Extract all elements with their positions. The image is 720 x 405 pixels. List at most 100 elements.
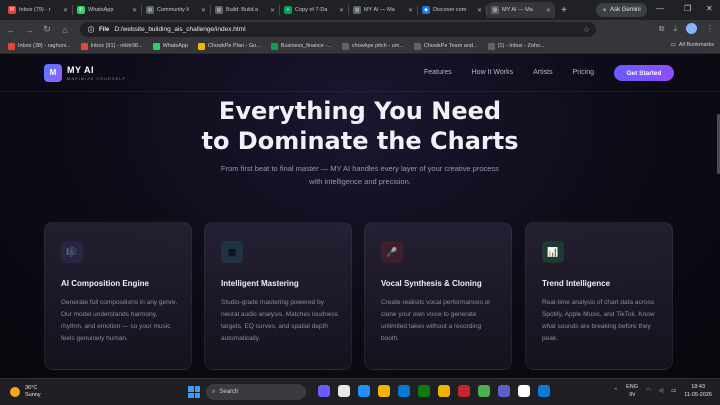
feature-card-trend: 📊 Trend Intelligence Real-time analysis … — [525, 222, 673, 370]
composition-icon: 🎼 — [61, 241, 83, 263]
card-title: Vocal Synthesis & Cloning — [381, 279, 482, 288]
nav-link-artists[interactable]: Artists — [533, 69, 552, 76]
all-bookmarks-button[interactable]: ▭ All Bookmarks — [671, 42, 714, 48]
tab-close-icon[interactable]: ✕ — [477, 7, 482, 14]
window-close-icon[interactable]: ✕ — [706, 4, 713, 13]
bookmark-label: WhatsApp — [162, 43, 188, 49]
gemini-icon: ✦ — [602, 7, 608, 14]
tab-close-icon[interactable]: ✕ — [546, 7, 551, 14]
sun-icon — [10, 387, 20, 397]
bookmark-item[interactable]: Inbox (38) - raghuni... — [8, 42, 71, 50]
browser-tab[interactable]: ◎ Community li ✕ — [142, 2, 210, 18]
bookmark-favicon-icon — [80, 42, 88, 50]
bookmark-favicon-icon — [197, 42, 205, 50]
logo-icon[interactable]: M — [44, 63, 62, 82]
tab-favicon-icon: ◎ — [215, 6, 223, 14]
folder-app-icon[interactable] — [438, 385, 450, 397]
logo-tagline: MAXIMIZE YOURSELF — [67, 75, 126, 81]
tab-favicon-icon: ✆ — [77, 6, 85, 14]
forward-icon[interactable]: → — [24, 25, 34, 35]
tab-label: WhatsApp — [88, 7, 114, 13]
site-nav-links: Features How It Works Artists Pricing — [424, 69, 594, 76]
copilot-icon[interactable] — [318, 385, 330, 397]
mastering-icon: ▦ — [221, 241, 243, 263]
bookmark-item[interactable]: ChowkPe Team and... — [413, 42, 478, 50]
bookmark-item[interactable]: (1) - Inbox - Zoho... — [487, 42, 545, 50]
battery-icon[interactable]: ▭ — [671, 388, 676, 394]
tab-close-icon[interactable]: ✕ — [408, 7, 413, 14]
chevron-up-icon[interactable]: ⌃ — [613, 388, 618, 394]
address-bar[interactable]: ⓘ File D:/website_building_ais_challenge… — [80, 22, 596, 37]
bookmark-label: Inbox (38) - raghuni... — [18, 43, 71, 49]
photos-icon[interactable] — [518, 385, 530, 397]
tab-label: Copy of 7-Da — [295, 7, 328, 13]
browser-tab[interactable]: + Copy of 7-Da ✕ — [280, 2, 348, 18]
store-icon[interactable] — [398, 385, 410, 397]
bookmark-star-icon[interactable]: ☆ — [583, 25, 590, 34]
office-icon[interactable] — [458, 385, 470, 397]
vscode-icon[interactable] — [538, 385, 550, 397]
back-icon[interactable]: ← — [6, 25, 16, 35]
browser-tab[interactable]: M Inbox (79) - r ✕ — [4, 2, 72, 18]
wifi-icon[interactable]: ◠ — [646, 388, 651, 394]
tab-label: MY AI — Ma — [364, 7, 395, 13]
clock[interactable]: 18:43 11-05-2026 — [684, 383, 712, 399]
tab-close-icon[interactable]: ✕ — [339, 7, 344, 14]
language-indicator[interactable]: ENG IN — [626, 383, 638, 399]
volume-icon[interactable]: ◁ — [659, 388, 663, 394]
nav-link-pricing[interactable]: Pricing — [573, 69, 594, 76]
bookmark-favicon-icon — [413, 42, 421, 50]
logo[interactable]: MY AI MAXIMIZE YOURSELF — [67, 65, 126, 81]
download-icon[interactable]: ⤓ — [673, 24, 677, 34]
bookmark-label: Inbox (91) - nikitr98... — [90, 43, 143, 49]
tab-close-icon[interactable]: ✕ — [63, 7, 68, 14]
nav-link-how-it-works[interactable]: How It Works — [472, 69, 514, 76]
menu-icon[interactable]: ⋮ — [706, 24, 714, 33]
tab-close-icon[interactable]: ✕ — [201, 7, 206, 14]
home-icon[interactable]: ⌂ — [60, 25, 70, 35]
file-explorer-icon[interactable] — [378, 385, 390, 397]
bookmark-favicon-icon — [487, 42, 495, 50]
weather-widget[interactable]: 36°C Sunny — [10, 385, 41, 399]
browser-tab[interactable]: ✆ WhatsApp ✕ — [73, 2, 141, 18]
tab-close-icon[interactable]: ✕ — [270, 7, 275, 14]
extensions-icon[interactable]: ⧉ — [659, 24, 665, 34]
website-viewport: M MY AI MAXIMIZE YOURSELF Features How I… — [0, 54, 720, 378]
minimize-icon[interactable]: — — [656, 4, 664, 13]
browser-tab[interactable]: ◎ MY AI — Ma ✕ — [349, 2, 417, 18]
browser-tab[interactable]: ◆ Discover com ✕ — [418, 2, 486, 18]
taskbar-apps — [318, 385, 550, 397]
ask-gemini-button[interactable]: ✦ Ask Gemini — [596, 3, 647, 17]
reload-icon[interactable]: ↻ — [42, 24, 52, 35]
url-text[interactable]: D:/website_building_ais_challenge/index.… — [114, 26, 245, 33]
bookmark-item[interactable]: Business_finance -... — [270, 42, 332, 50]
site-header: M MY AI MAXIMIZE YOURSELF Features How I… — [0, 54, 720, 92]
tab-close-icon[interactable]: ✕ — [132, 7, 137, 14]
card-body: Create realistic vocal performances or c… — [381, 299, 491, 342]
get-started-button[interactable]: Get Started — [614, 65, 674, 81]
card-body: Studio-grade mastering powered by neural… — [221, 299, 339, 342]
new-tab-icon[interactable]: + — [561, 5, 567, 16]
xbox-icon[interactable] — [418, 385, 430, 397]
bookmark-item[interactable]: ChowkPe Plan - Go... — [197, 42, 261, 50]
restore-icon[interactable]: ❐ — [684, 4, 691, 13]
chrome-icon[interactable] — [478, 385, 490, 397]
tab-label: Build: Build a — [226, 7, 259, 13]
browser-tab[interactable]: ◎ Build: Build a ✕ — [211, 2, 279, 18]
profile-avatar[interactable] — [686, 23, 697, 34]
bookmark-item[interactable]: WhatsApp — [152, 42, 188, 50]
teams-icon[interactable] — [498, 385, 510, 397]
bookmark-item[interactable]: Inbox (91) - nikitr98... — [80, 42, 143, 50]
edge-icon[interactable] — [358, 385, 370, 397]
bookmark-item[interactable]: chowkpe pitch - um... — [341, 42, 404, 50]
nav-link-features[interactable]: Features — [424, 69, 452, 76]
bar-chart-icon: 📊 — [542, 241, 564, 263]
tab-favicon-icon: ◆ — [422, 6, 430, 14]
file-info-icon[interactable]: ⓘ — [88, 25, 94, 34]
feature-card-vocal: 🎤 Vocal Synthesis & Cloning Create reali… — [364, 222, 512, 370]
windows-start-icon[interactable] — [188, 386, 200, 398]
task-view-icon[interactable] — [338, 385, 350, 397]
browser-tab[interactable]: ◎ MY AI — Ma ✕ — [487, 2, 555, 18]
search-icon: ⌕ — [212, 388, 216, 395]
taskbar-search[interactable]: ⌕ Search — [206, 384, 306, 400]
